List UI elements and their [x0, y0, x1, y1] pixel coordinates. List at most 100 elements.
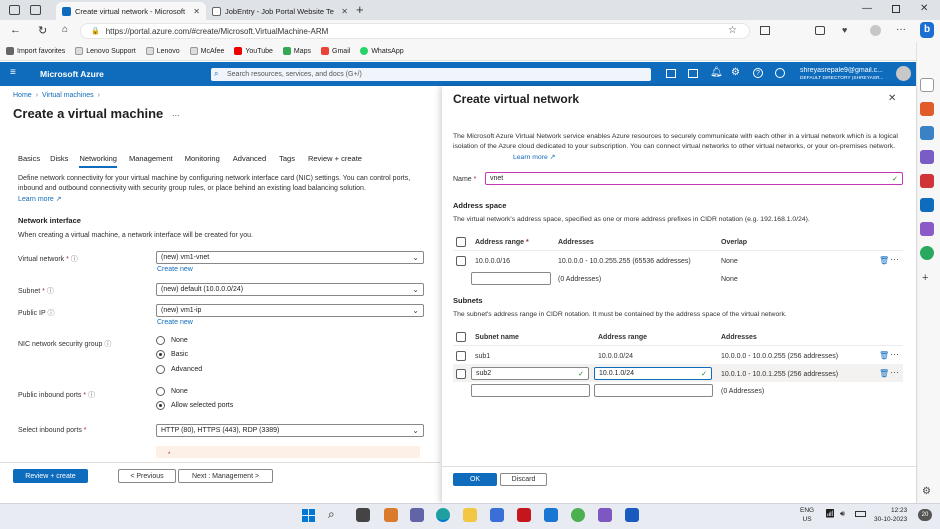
more-options-icon[interactable]: ...: [172, 108, 180, 118]
info-icon[interactable]: ⓘ: [88, 392, 95, 399]
help-icon[interactable]: ?: [753, 68, 763, 78]
close-tab-icon[interactable]: ✕: [187, 7, 200, 16]
tab-review-create[interactable]: Review + create: [308, 154, 362, 168]
file-explorer-icon[interactable]: [463, 508, 477, 522]
app-l-icon[interactable]: [544, 508, 558, 522]
tab-management[interactable]: Management: [129, 154, 173, 168]
tab-networking[interactable]: Networking: [79, 154, 117, 168]
radio-button-selected[interactable]: [156, 350, 165, 359]
taskbar-search-icon[interactable]: ⌕: [328, 507, 335, 522]
new-address-range-input[interactable]: [471, 272, 551, 285]
home-icon[interactable]: ⌂: [62, 24, 68, 35]
tab-actions-icon[interactable]: [30, 5, 41, 15]
notification-badge[interactable]: 20: [918, 509, 932, 521]
clock[interactable]: 12:23 30-10-2023: [874, 506, 907, 524]
nsg-option-advanced[interactable]: Advanced: [156, 365, 202, 374]
outlook-icon[interactable]: [920, 198, 934, 212]
bookmark-mcafee[interactable]: McAfee: [189, 47, 224, 55]
learn-more-link[interactable]: Learn more ↗: [18, 195, 62, 203]
ports-option-allow[interactable]: Allow selected ports: [156, 401, 233, 410]
tab-advanced[interactable]: Advanced: [233, 154, 266, 168]
discard-button[interactable]: Discard: [500, 473, 547, 486]
tab-jobentry[interactable]: JobEntry - Job Portal Website Te ✕: [206, 2, 354, 20]
teams-chat-icon[interactable]: [410, 508, 424, 522]
volume-icon[interactable]: 🔊︎: [840, 509, 845, 519]
review-create-button[interactable]: Review + create: [13, 469, 88, 483]
close-panel-icon[interactable]: ✕: [888, 93, 896, 104]
bookmark-whatsapp[interactable]: WhatsApp: [360, 47, 404, 55]
store-icon[interactable]: [490, 508, 504, 522]
workspaces-icon[interactable]: [9, 5, 20, 15]
tab-create-virtual-network[interactable]: Create virtual network - Microsoft ✕: [56, 2, 206, 20]
ports-option-none[interactable]: None: [156, 387, 188, 396]
tab-basics[interactable]: Basics: [18, 154, 40, 168]
info-icon[interactable]: ⓘ: [47, 288, 54, 295]
new-subnet-range-input[interactable]: [594, 384, 713, 397]
nsg-option-none[interactable]: None: [156, 336, 188, 345]
bookmark-lenovo[interactable]: Lenovo: [145, 47, 180, 55]
breadcrumb-virtual-machines[interactable]: Virtual machines: [42, 92, 94, 99]
breadcrumb-home[interactable]: Home: [13, 92, 32, 99]
language-indicator[interactable]: ENG US: [800, 506, 814, 524]
subnet-range-input[interactable]: 10.0.1.0/24 ✓: [594, 367, 712, 380]
new-tab-icon[interactable]: +: [356, 2, 364, 17]
delete-icon[interactable]: 🗑︎: [879, 369, 889, 378]
info-icon[interactable]: ⓘ: [47, 310, 54, 317]
row-more-icon[interactable]: ···: [890, 367, 899, 377]
close-tab-icon[interactable]: ✕: [335, 7, 348, 16]
azure-brand[interactable]: Microsoft Azure: [40, 69, 104, 79]
cloud-shell-icon[interactable]: [666, 69, 676, 78]
row-checkbox[interactable]: [456, 369, 466, 379]
tab-monitoring[interactable]: Monitoring: [185, 154, 220, 168]
wifi-icon[interactable]: 📶︎: [825, 509, 835, 518]
delete-icon[interactable]: 🗑︎: [879, 351, 889, 360]
bookmark-maps[interactable]: Maps: [282, 47, 311, 55]
feedback-icon[interactable]: [775, 68, 785, 78]
favorites-star-icon[interactable]: ☆: [728, 25, 737, 36]
portal-menu-icon[interactable]: ≡: [10, 68, 16, 78]
office-icon[interactable]: [920, 174, 934, 188]
close-window-icon[interactable]: ✕: [920, 3, 928, 14]
select-inbound-dropdown[interactable]: HTTP (80), HTTPS (443), RDP (3389) ⌄: [156, 424, 424, 437]
directory-filter-icon[interactable]: [688, 69, 698, 78]
mcafee-icon[interactable]: [517, 508, 531, 522]
row-checkbox[interactable]: [456, 351, 466, 361]
browser-menu-icon[interactable]: ···: [896, 24, 906, 35]
tab-disks[interactable]: Disks: [50, 154, 68, 168]
maximize-icon[interactable]: [892, 5, 900, 13]
drop-icon[interactable]: [920, 246, 934, 260]
collections-icon[interactable]: [815, 26, 825, 35]
radio-button[interactable]: [156, 387, 165, 396]
tools-icon[interactable]: [920, 126, 934, 140]
bookmark-youtube[interactable]: YouTube: [234, 47, 273, 55]
ok-button[interactable]: OK: [453, 473, 497, 486]
previous-button[interactable]: < Previous: [118, 469, 176, 483]
info-icon[interactable]: ⓘ: [71, 256, 78, 263]
tab-tags[interactable]: Tags: [279, 154, 295, 168]
address-bar[interactable]: 🔒 https://portal.azure.com/#create/Micro…: [80, 23, 750, 39]
bookmark-import-favorites[interactable]: Import favorites: [6, 47, 65, 55]
info-icon[interactable]: ⓘ: [104, 341, 111, 348]
row-more-icon[interactable]: ···: [890, 349, 899, 359]
back-icon[interactable]: ←: [10, 24, 21, 36]
bing-copilot-icon[interactable]: b: [920, 22, 934, 38]
battery-icon[interactable]: [855, 511, 866, 517]
start-windows-icon[interactable]: [302, 509, 315, 522]
select-all-checkbox[interactable]: [456, 332, 466, 342]
delete-icon[interactable]: 🗑︎: [879, 256, 889, 265]
radio-button[interactable]: [156, 365, 165, 374]
subnet-dropdown[interactable]: (new) default (10.0.0.0/24) ⌄: [156, 283, 424, 296]
minimize-icon[interactable]: —: [862, 3, 872, 14]
notifications-icon[interactable]: 🔔︎: [710, 67, 723, 78]
shopping-icon[interactable]: [920, 102, 934, 116]
settings-gear-icon[interactable]: ⚙: [731, 67, 740, 78]
vnet-dropdown[interactable]: (new) vm1-vnet ⌄: [156, 251, 424, 264]
public-ip-dropdown[interactable]: (new) vm1-ip ⌄: [156, 304, 424, 317]
public-ip-create-new-link[interactable]: Create new: [157, 319, 193, 326]
extensions-icon[interactable]: ♥: [842, 25, 847, 35]
row-checkbox[interactable]: [456, 256, 466, 266]
radio-button-selected[interactable]: [156, 401, 165, 410]
radio-button[interactable]: [156, 336, 165, 345]
next-management-button[interactable]: Next : Management >: [178, 469, 273, 483]
widgets-icon[interactable]: [384, 508, 398, 522]
